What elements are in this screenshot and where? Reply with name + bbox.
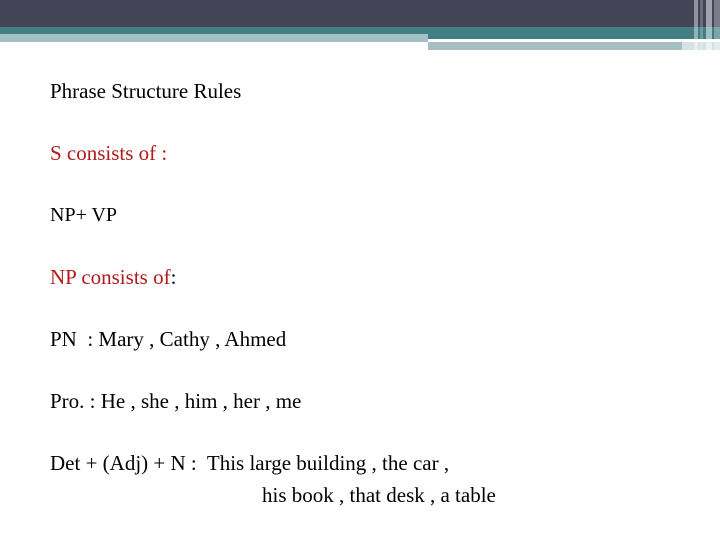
header-band-pale-left [0,34,428,42]
slide-header-decoration [0,0,720,56]
header-band-teal [0,27,720,34]
slide-body: Phrase Structure Rules S consists of : N… [0,56,720,540]
rule-proper-nouns: PN : Mary , Cathy , Ahmed [50,327,287,351]
header-accent-stripe-1 [694,0,698,56]
rule-np-consists-of-text: NP consists of [50,265,171,289]
rule-np-consists-of: NP consists of: [50,264,176,290]
rule-s-consists-of: S consists of : [50,141,168,165]
slide-title: Phrase Structure Rules [50,79,242,103]
header-accent-stripe-2 [700,0,703,56]
rule-s-expansion: NP+ VP [50,204,118,226]
rule-determiner-line-1: Det + (Adj) + N : This large building , … [50,451,450,475]
header-band-pale-right [428,42,682,50]
rule-pronouns: Pro. : He , she , him , her , me [50,389,302,413]
header-accent-stripe-3 [706,0,712,56]
rule-np-consists-of-colon: : [170,265,177,289]
header-accent-stripe-4 [714,0,720,56]
header-band-navy [0,0,720,27]
rule-determiner-line-2: his book , that desk , a table [262,483,496,507]
